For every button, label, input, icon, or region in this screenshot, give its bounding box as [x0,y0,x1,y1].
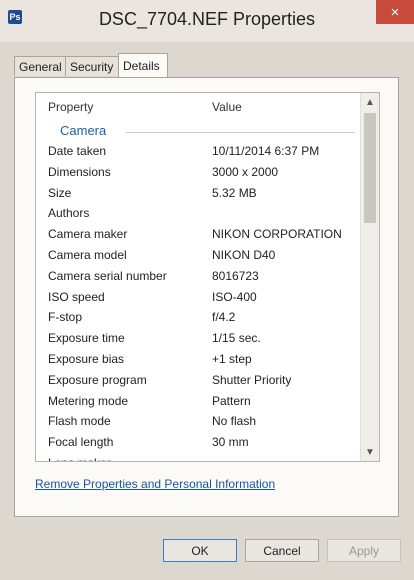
title-bar: Ps DSC_7704.NEF Properties × [0,0,414,42]
property-value[interactable]: 5.32 MB [212,186,257,200]
property-value[interactable]: No flash [212,414,256,428]
property-value[interactable]: NIKON D40 [212,248,275,262]
property-value[interactable]: 8016723 [212,269,259,283]
table-row[interactable]: Exposure program Shutter Priority [36,370,361,391]
property-name: Authors [48,206,90,221]
property-name: Focal length [48,435,114,450]
table-row[interactable]: Dimensions 3000 x 2000 [36,162,361,183]
table-row[interactable]: Exposure bias +1 step [36,349,361,370]
property-value[interactable]: Pattern [212,394,251,408]
property-column-header[interactable]: Property [48,100,93,114]
details-panel: Property Value Camera Date taken 10/11/20… [14,77,399,517]
scroll-down-icon[interactable]: ▼ [361,443,379,461]
property-name: Metering mode [48,393,129,408]
tab-security[interactable]: Security [65,56,119,76]
property-value[interactable]: ISO-400 [212,290,257,304]
camera-group-label: Camera [60,123,111,138]
tab-details[interactable]: Details [118,53,168,77]
property-name: Camera serial number [48,268,167,283]
property-name: Exposure bias [48,351,125,366]
property-name: F-stop [48,310,83,325]
property-rows: Date taken 10/11/2014 6:37 PM Dimensions 30… [36,141,361,461]
table-row[interactable]: Camera serial number 8016723 [36,266,361,287]
group-divider [126,132,355,133]
table-row[interactable]: F-stop f/4.2 [36,307,361,328]
scroll-up-icon[interactable]: ▲ [361,93,379,111]
property-name: Date taken [48,144,107,158]
property-name: Size [48,185,72,200]
vertical-scrollbar[interactable]: ▲ ▼ [360,93,379,461]
scroll-thumb[interactable] [364,113,376,223]
camera-group-header: Camera [36,121,361,141]
table-row[interactable]: Camera maker NIKON CORPORATION [36,224,361,245]
apply-button[interactable]: Apply [327,539,401,562]
property-value[interactable]: +1 step [212,352,252,366]
table-row[interactable]: Authors [36,203,361,224]
property-name: Exposure time [48,331,125,346]
ok-button[interactable]: OK [163,539,237,562]
property-name: Lens maker [48,456,111,461]
close-button[interactable]: × [376,0,414,24]
remove-properties-link[interactable]: Remove Properties and Personal Informati… [35,477,275,491]
property-value[interactable]: 3000 x 2000 [212,165,278,179]
property-value[interactable]: 30 mm [212,435,249,449]
table-row[interactable]: Focal length 30 mm [36,432,361,453]
table-row[interactable]: Lens maker [36,453,361,461]
property-name: Camera model [48,247,127,262]
property-value[interactable]: Shutter Priority [212,373,291,387]
table-row[interactable]: Flash mode No flash [36,411,361,432]
property-value[interactable]: 10/11/2014 6:37 PM [212,144,319,158]
property-name: ISO speed [48,289,105,304]
table-row[interactable]: Date taken 10/11/2014 6:37 PM [36,141,361,162]
property-value[interactable]: f/4.2 [212,310,235,324]
table-row[interactable]: Exposure time 1/15 sec. [36,328,361,349]
cancel-button[interactable]: Cancel [245,539,319,562]
property-value[interactable]: 1/15 sec. [212,331,261,345]
table-row[interactable]: Size 5.32 MB [36,183,361,204]
property-name: Exposure program [48,372,147,387]
tab-general[interactable]: General [14,56,66,76]
window-title: DSC_7704.NEF Properties [98,9,316,29]
list-header: Property Value [36,93,361,119]
property-value[interactable]: NIKON CORPORATION [212,227,342,241]
properties-list[interactable]: Property Value Camera Date taken 10/11/20… [35,92,380,462]
property-name: Camera maker [48,227,128,242]
table-row[interactable]: Camera model NIKON D40 [36,245,361,266]
table-row[interactable]: Metering mode Pattern [36,391,361,412]
property-name: Dimensions [48,164,111,179]
property-name: Flash mode [48,414,111,429]
value-column-header[interactable]: Value [212,100,242,114]
table-row[interactable]: ISO speed ISO-400 [36,287,361,308]
